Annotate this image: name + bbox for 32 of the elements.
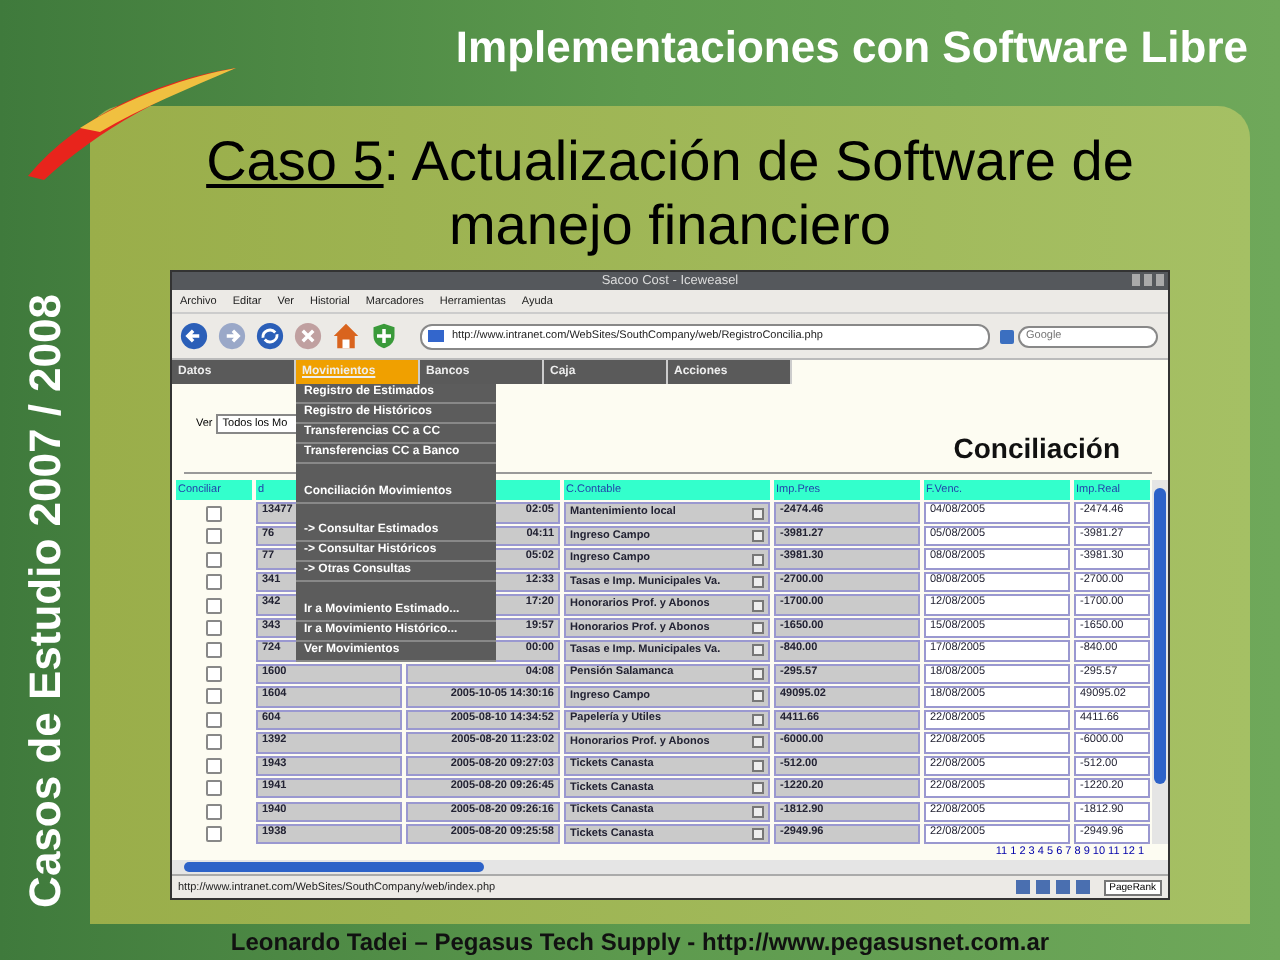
page-heading: Conciliación [953,432,1120,464]
slide-title: Caso 5: Actualización de Software de manejo financiero [204,130,1136,258]
checkbox[interactable] [206,620,222,636]
checkbox[interactable] [206,826,222,843]
shield-icon[interactable] [370,322,398,350]
back-icon[interactable] [180,322,208,350]
status-icons[interactable] [1015,880,1096,894]
checkbox[interactable] [206,688,222,705]
checkbox[interactable] [206,757,222,774]
checkbox[interactable] [206,528,222,545]
checkbox[interactable] [206,711,222,728]
page-icon [428,330,444,342]
side-title: Casos de Estudio 2007 / 2008 [19,294,71,908]
vertical-scrollbar[interactable] [1152,480,1168,844]
checkbox[interactable] [206,551,222,568]
checkbox[interactable] [206,505,222,522]
home-icon[interactable] [332,322,360,350]
checkbox[interactable] [206,780,222,797]
checkbox[interactable] [206,574,222,591]
stop-icon[interactable] [294,322,322,350]
checkbox[interactable] [206,734,222,751]
search-engine-icon [1000,329,1014,343]
checkbox[interactable] [206,642,222,659]
checkbox[interactable] [206,803,222,820]
window-controls-icon[interactable] [1132,274,1164,286]
horizontal-scrollbar[interactable] [172,860,1168,874]
forward-icon[interactable] [218,322,246,350]
checkbox[interactable] [206,597,222,614]
reload-icon[interactable] [256,322,284,350]
slide-header: Implementaciones con Software Libre [453,20,1250,76]
checkbox[interactable] [206,665,222,682]
slide-footer: Leonardo Tadei – Pegasus Tech Supply - http://www.pegasusnet.com.ar [0,924,1280,960]
